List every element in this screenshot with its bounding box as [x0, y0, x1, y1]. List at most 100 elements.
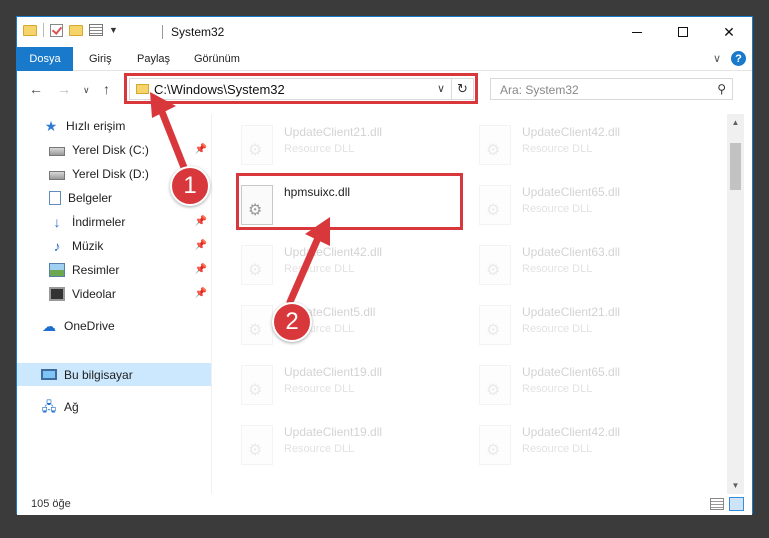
close-button[interactable]: ✕ — [706, 17, 752, 47]
pin-icon: 📌 — [194, 216, 207, 227]
tab-dosya[interactable]: Dosya — [17, 47, 73, 71]
download-icon: ↓ — [53, 213, 61, 230]
file-item[interactable]: ⚙ UpdateClient42.dll Resource DLL — [475, 117, 705, 169]
scroll-down-icon[interactable]: ▼ — [727, 477, 744, 494]
file-type: Resource DLL — [522, 263, 593, 275]
dll-file-icon: ⚙ — [241, 305, 273, 345]
file-item[interactable]: ⚙ UpdateClient21.dll Resource DLL — [237, 117, 467, 169]
sidebar-item-network[interactable]: 🖧 Ağ — [17, 395, 211, 418]
dll-file-icon: ⚙ — [479, 245, 511, 285]
gear-icon: ⚙ — [486, 322, 501, 339]
computer-icon — [41, 369, 57, 380]
drive-icon — [49, 170, 65, 180]
sidebar-item-this-pc[interactable]: Bu bilgisayar — [17, 363, 211, 386]
file-type: Resource DLL — [522, 383, 593, 395]
sidebar-item-onedrive[interactable]: ☁ OneDrive — [17, 314, 211, 337]
title-bar: ▼ System32 ✕ — [17, 17, 752, 47]
file-item[interactable]: ⚙ UpdateClient19.dll Resource DLL — [237, 417, 467, 469]
file-name: UpdateClient21.dll — [284, 125, 383, 139]
file-item[interactable]: ⚙ UpdateClient65.dll Resource DLL — [475, 177, 705, 229]
dll-file-icon: ⚙ — [479, 425, 511, 465]
details-view-icon[interactable] — [710, 498, 724, 510]
file-item[interactable]: ⚙ UpdateClient21.dll Resource DLL — [475, 297, 705, 349]
pin-icon: 📌 — [194, 144, 207, 155]
window-controls: ✕ — [614, 17, 752, 47]
scrollbar-thumb[interactable] — [730, 143, 741, 190]
chevron-up-icon[interactable]: ∨ — [713, 52, 721, 65]
new-folder-icon[interactable] — [69, 24, 83, 36]
file-item[interactable]: ⚙ UpdateClient19.dll Resource DLL — [237, 357, 467, 409]
tab-gorunum[interactable]: Görünüm — [182, 47, 252, 71]
file-type: Resource DLL — [284, 143, 355, 155]
file-type: Resource DLL — [284, 383, 355, 395]
explorer-window: ▼ System32 ✕ Dosya Giriş Paylaş Görünüm … — [16, 16, 753, 515]
help-icon[interactable]: ? — [731, 51, 746, 66]
dll-file-icon: ⚙ — [479, 125, 511, 165]
search-box[interactable]: Ara: System32 ⚲ — [490, 78, 733, 100]
step-2-badge: 2 — [272, 302, 312, 342]
pin-icon: 📌 — [194, 288, 207, 299]
documents-icon — [49, 190, 61, 205]
large-icons-view-icon[interactable] — [729, 497, 744, 511]
maximize-button[interactable] — [660, 17, 706, 47]
file-name: UpdateClient42.dll — [522, 425, 621, 439]
file-list: ⚙ UpdateClient21.dll Resource DLL ⚙ hpms… — [222, 107, 727, 493]
properties-check-icon[interactable] — [50, 23, 63, 37]
dll-file-icon: ⚙ — [241, 425, 273, 465]
sidebar-item-label: Hızlı erişim — [66, 118, 126, 133]
search-icon[interactable]: ⚲ — [717, 82, 726, 96]
tab-giris[interactable]: Giriş — [77, 47, 124, 71]
up-arrow-icon[interactable]: ↑ — [103, 81, 110, 97]
pin-icon: 📌 — [194, 264, 207, 275]
network-icon: 🖧 — [41, 398, 57, 414]
sidebar-item-label: Yerel Disk (C:) — [72, 142, 149, 157]
file-name: UpdateClient19.dll — [284, 365, 383, 379]
gear-icon: ⚙ — [486, 202, 501, 219]
sidebar-item-local-disk-c[interactable]: Yerel Disk (C:) 📌 — [17, 138, 211, 161]
dll-file-icon: ⚙ — [241, 125, 273, 165]
search-placeholder: Ara: System32 — [500, 83, 579, 97]
star-icon: ★ — [44, 117, 58, 134]
window-title: System32 — [171, 25, 225, 39]
file-item[interactable]: ⚙ UpdateClient42.dll Resource DLL — [237, 237, 467, 289]
music-icon: ♪ — [53, 237, 61, 254]
sidebar-item-music[interactable]: ♪ Müzik 📌 — [17, 234, 211, 257]
sidebar-item-quick-access[interactable]: ★ Hızlı erişim — [17, 114, 211, 137]
sidebar-item-label: Yerel Disk (D:) — [72, 166, 149, 181]
minimize-button[interactable] — [614, 17, 660, 47]
file-item[interactable]: ⚙ UpdateClient42.dll Resource DLL — [475, 417, 705, 469]
recent-locations-chevron-icon[interactable]: ∨ — [83, 85, 90, 96]
scroll-up-icon[interactable]: ▲ — [727, 114, 744, 131]
customize-toolbar-dropdown-icon[interactable]: ▼ — [109, 25, 118, 35]
ribbon-tabs: Dosya Giriş Paylaş Görünüm ∨ ? — [17, 47, 752, 71]
forward-arrow-icon[interactable]: → — [57, 81, 71, 97]
back-arrow-icon[interactable]: ← — [29, 81, 43, 97]
folder-icon — [23, 24, 37, 36]
gear-icon: ⚙ — [248, 382, 263, 399]
gear-icon: ⚙ — [248, 442, 263, 459]
gear-icon: ⚙ — [248, 262, 263, 279]
videos-icon — [49, 286, 65, 301]
sidebar-item-videos[interactable]: Videolar 📌 — [17, 282, 211, 305]
toolbar-separator — [43, 23, 44, 37]
file-name: UpdateClient63.dll — [522, 245, 621, 259]
file-name: UpdateClient65.dll — [522, 365, 621, 379]
file-type: Resource DLL — [284, 263, 355, 275]
vertical-scrollbar[interactable]: ▲ ▼ — [727, 114, 744, 494]
sidebar-item-downloads[interactable]: ↓ İndirmeler 📌 — [17, 210, 211, 233]
file-item[interactable]: ⚙ UpdateClient63.dll Resource DLL — [475, 237, 705, 289]
file-type: Resource DLL — [284, 443, 355, 455]
file-type: Resource DLL — [522, 323, 593, 335]
properties-icon[interactable] — [89, 24, 103, 36]
gear-icon: ⚙ — [486, 382, 501, 399]
dll-file-icon: ⚙ — [479, 365, 511, 405]
sidebar-item-label: Videolar — [72, 286, 116, 301]
file-highlight-box — [236, 173, 463, 230]
onedrive-icon: ☁ — [42, 317, 56, 334]
sidebar-item-label: OneDrive — [64, 318, 115, 333]
file-item[interactable]: ⚙ UpdateClient65.dll Resource DLL — [475, 357, 705, 409]
dll-file-icon: ⚙ — [479, 305, 511, 345]
sidebar-item-pictures[interactable]: Resimler 📌 — [17, 258, 211, 281]
status-bar: 105 öğe — [17, 495, 752, 515]
tab-paylas[interactable]: Paylaş — [125, 47, 182, 71]
